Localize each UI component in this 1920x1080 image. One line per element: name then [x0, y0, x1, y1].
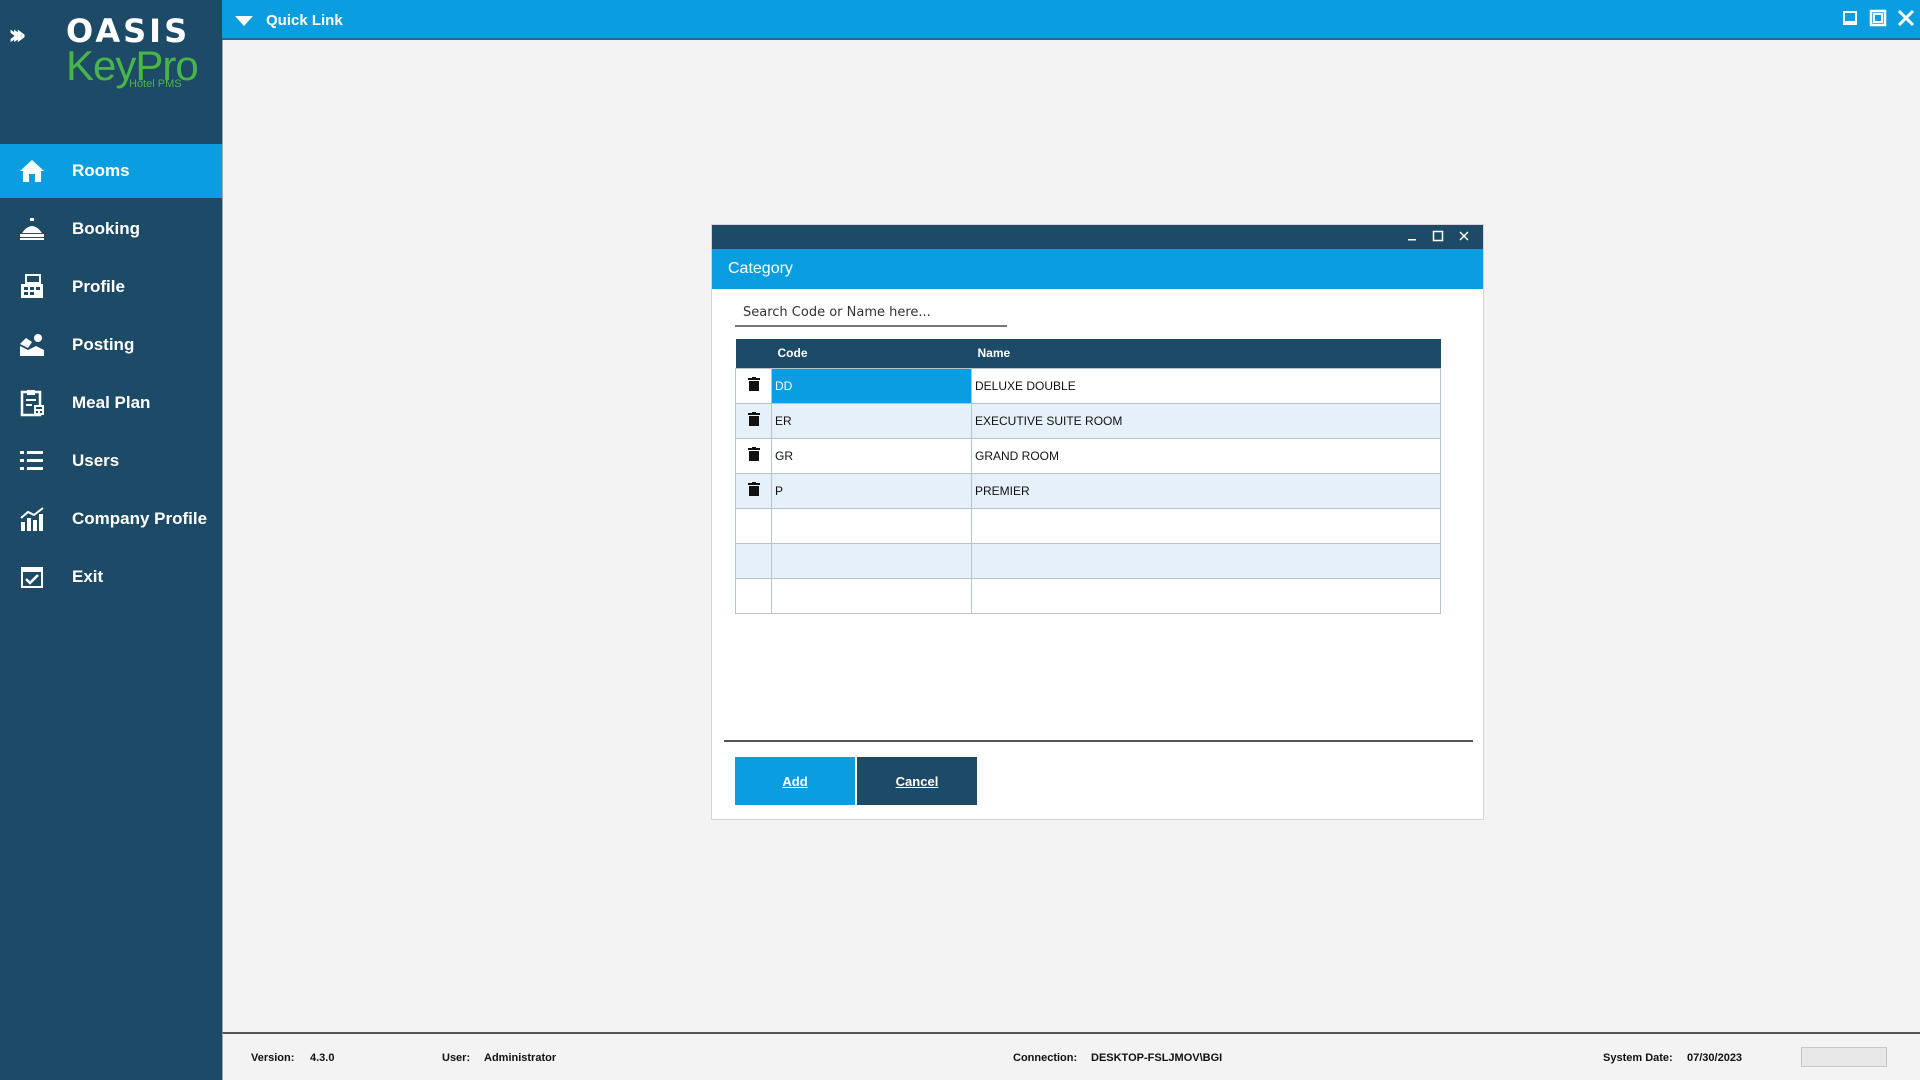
- table-row[interactable]: GR GRAND ROOM: [735, 437, 1441, 474]
- sidebar-item-label: Users: [72, 451, 120, 470]
- connection-value: DESKTOP-FSLJMOV\BGI: [1091, 1052, 1223, 1064]
- sidebar-item-company-profile[interactable]: Company Profile: [0, 492, 222, 546]
- code-column-header: Code: [771, 339, 972, 368]
- sidebar-item-booking[interactable]: Booking: [0, 202, 222, 256]
- version-label: Version:: [251, 1052, 295, 1064]
- code-cell[interactable]: [771, 542, 972, 579]
- profile-card-icon: [18, 273, 46, 301]
- delete-cell: [735, 577, 772, 614]
- sidebar-item-label: Rooms: [72, 161, 130, 180]
- logo-arrows-icon: ›››: [8, 18, 26, 51]
- user-value: Administrator: [484, 1052, 557, 1064]
- posting-icon: [18, 331, 46, 359]
- close-icon[interactable]: [1457, 229, 1471, 243]
- delete-cell[interactable]: [735, 437, 772, 474]
- table-row[interactable]: P PREMIER: [735, 472, 1441, 509]
- clipboard-icon: [18, 389, 46, 417]
- chevron-down-icon[interactable]: [234, 14, 254, 28]
- delete-cell: [735, 507, 772, 544]
- bell-icon: [18, 215, 46, 243]
- dialog-separator: [724, 740, 1473, 742]
- minimize-icon[interactable]: [1840, 8, 1860, 28]
- name-cell[interactable]: GRAND ROOM: [971, 437, 1441, 474]
- name-cell[interactable]: EXECUTIVE SUITE ROOM: [971, 402, 1441, 439]
- status-bar: Version: 4.3.0 User: Administrator Conne…: [222, 1032, 1920, 1080]
- delete-column-header: [735, 339, 772, 368]
- search-input[interactable]: [735, 299, 1007, 327]
- table-row[interactable]: [735, 577, 1441, 614]
- user-label: User:: [442, 1052, 471, 1064]
- window-controls: [1840, 8, 1920, 28]
- sidebar-item-label: Profile: [72, 277, 125, 296]
- delete-cell[interactable]: [735, 402, 772, 439]
- code-cell[interactable]: GR: [771, 437, 972, 474]
- code-cell[interactable]: DD: [771, 367, 972, 404]
- connection-label: Connection:: [1013, 1052, 1078, 1064]
- sidebar: ››› OASIS KeyPro Hotel PMS Rooms Booking…: [0, 0, 222, 1080]
- quick-link-title[interactable]: Quick Link: [266, 12, 343, 29]
- delete-cell[interactable]: [735, 367, 772, 404]
- add-button[interactable]: Add: [735, 757, 855, 805]
- home-icon: [18, 157, 46, 185]
- name-cell[interactable]: [971, 507, 1441, 544]
- table-row[interactable]: DD DELUXE DOUBLE: [735, 367, 1441, 404]
- trash-icon[interactable]: [747, 482, 760, 499]
- top-bar: Quick Link: [222, 0, 1920, 40]
- sidebar-item-profile[interactable]: Profile: [0, 260, 222, 314]
- cancel-button[interactable]: Cancel: [857, 757, 977, 805]
- category-table: Code Name DD DELUXE DOUBLE ER EXECUTIVE …: [735, 339, 1441, 614]
- sidebar-item-users[interactable]: Users: [0, 434, 222, 488]
- name-cell[interactable]: [971, 577, 1441, 614]
- table-row[interactable]: [735, 507, 1441, 544]
- name-cell[interactable]: DELUXE DOUBLE: [971, 367, 1441, 404]
- table-header-row: Code Name: [735, 339, 1441, 368]
- app-logo: ››› OASIS KeyPro Hotel PMS: [8, 14, 208, 94]
- maximize-icon[interactable]: [1431, 229, 1445, 243]
- sidebar-item-rooms[interactable]: Rooms: [0, 144, 222, 198]
- sidebar-item-posting[interactable]: Posting: [0, 318, 222, 372]
- trash-icon[interactable]: [747, 377, 760, 394]
- category-dialog: Category Code Name DD DELUXE DOUBLE: [711, 224, 1484, 820]
- close-icon[interactable]: [1896, 8, 1916, 28]
- status-indicator: [1801, 1047, 1887, 1067]
- minimize-icon[interactable]: [1405, 229, 1419, 243]
- trash-icon[interactable]: [747, 412, 760, 429]
- logo-sub-text: Hotel PMS: [129, 78, 182, 90]
- sidebar-item-label: Exit: [72, 567, 104, 586]
- calendar-check-icon: [18, 563, 46, 591]
- name-cell[interactable]: [971, 542, 1441, 579]
- maximize-icon[interactable]: [1868, 8, 1888, 28]
- list-icon: [18, 447, 46, 475]
- chart-icon: [18, 505, 46, 533]
- sidebar-item-meal-plan[interactable]: Meal Plan: [0, 376, 222, 430]
- sidebar-item-label: Booking: [72, 219, 140, 238]
- trash-icon[interactable]: [747, 447, 760, 464]
- sidebar-item-label: Company Profile: [72, 509, 208, 528]
- code-cell[interactable]: [771, 577, 972, 614]
- sidebar-nav: Rooms Booking Profile Posting Meal Plan: [0, 144, 222, 608]
- dialog-titlebar: [712, 225, 1483, 249]
- code-cell[interactable]: ER: [771, 402, 972, 439]
- system-date-label: System Date:: [1603, 1052, 1673, 1064]
- name-cell[interactable]: PREMIER: [971, 472, 1441, 509]
- code-cell[interactable]: P: [771, 472, 972, 509]
- delete-cell: [735, 542, 772, 579]
- table-row[interactable]: ER EXECUTIVE SUITE ROOM: [735, 402, 1441, 439]
- sidebar-item-exit[interactable]: Exit: [0, 550, 222, 604]
- name-column-header: Name: [971, 339, 1441, 368]
- sidebar-item-label: Posting: [72, 335, 135, 354]
- sidebar-item-label: Meal Plan: [72, 393, 151, 412]
- table-row[interactable]: [735, 542, 1441, 579]
- dialog-header: Category: [712, 249, 1483, 289]
- version-value: 4.3.0: [310, 1052, 335, 1064]
- dialog-window-controls: [1405, 229, 1471, 243]
- delete-cell[interactable]: [735, 472, 772, 509]
- code-cell[interactable]: [771, 507, 972, 544]
- system-date-value: 07/30/2023: [1687, 1052, 1743, 1064]
